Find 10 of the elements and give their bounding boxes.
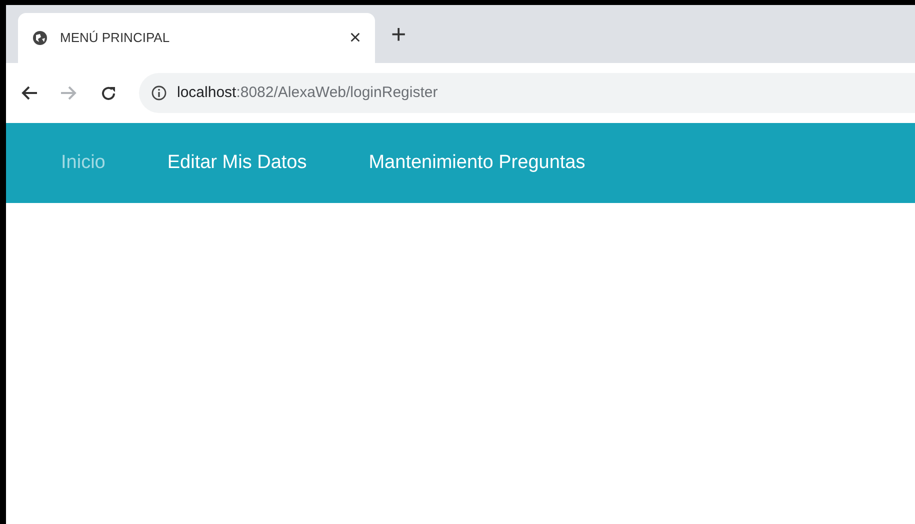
address-bar[interactable]: localhost:8082/AlexaWeb/loginRegister <box>139 73 915 113</box>
globe-icon <box>32 30 48 46</box>
close-tab-button[interactable]: × <box>349 28 361 48</box>
tab-title: MENÚ PRINCIPAL <box>60 29 171 48</box>
reload-button[interactable] <box>100 84 117 102</box>
browser-tab[interactable]: MENÚ PRINCIPAL × <box>18 13 375 63</box>
back-button[interactable] <box>20 85 38 101</box>
info-icon <box>151 85 167 101</box>
new-tab-button[interactable]: + <box>375 21 422 47</box>
url-text: localhost:8082/AlexaWeb/loginRegister <box>177 82 438 103</box>
